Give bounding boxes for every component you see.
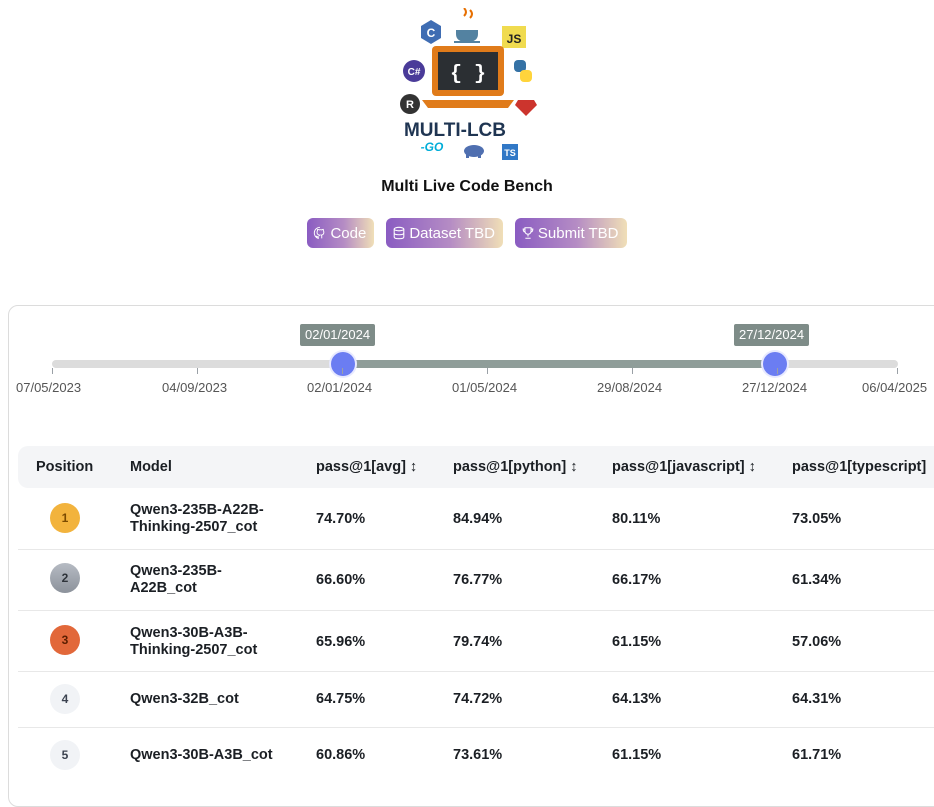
submit-button[interactable]: Submit TBD bbox=[514, 218, 627, 248]
php-icon bbox=[464, 145, 484, 158]
svg-text:R: R bbox=[406, 99, 414, 111]
typescript-score: 61.71% bbox=[792, 747, 842, 763]
slider-tick-label: 29/08/2024 bbox=[597, 380, 663, 395]
column-header-avg[interactable]: pass@1[avg] ↕ bbox=[316, 459, 417, 475]
rank-badge: 5 bbox=[50, 740, 80, 770]
column-header-model[interactable]: Model bbox=[130, 459, 172, 475]
github-icon bbox=[314, 226, 325, 240]
laptop-icon: { } bbox=[422, 46, 514, 108]
svg-text:C#: C# bbox=[408, 67, 421, 78]
slider-end-handle[interactable] bbox=[763, 352, 787, 376]
rank-badge: 4 bbox=[50, 684, 80, 714]
row-divider bbox=[18, 549, 934, 550]
header-button-row: Code Dataset TBD Submit TBD bbox=[0, 218, 934, 248]
code-button-label: Code bbox=[330, 224, 367, 242]
svg-text:C: C bbox=[427, 26, 436, 40]
dataset-button[interactable]: Dataset TBD bbox=[386, 218, 503, 248]
slider-selected-range bbox=[343, 360, 775, 368]
model-name: Qwen3-30B-A3B-Thinking-2507_cot bbox=[130, 625, 258, 658]
rust-icon: R bbox=[400, 94, 420, 114]
typescript-score: 73.05% bbox=[792, 511, 842, 527]
go-icon: -GO bbox=[421, 140, 444, 154]
code-button[interactable]: Code bbox=[307, 218, 375, 248]
rank-badge-gold: 1 bbox=[50, 503, 80, 533]
c-icon: C bbox=[421, 20, 441, 44]
slider-tick bbox=[197, 368, 198, 374]
csharp-icon: C# bbox=[403, 60, 425, 82]
javascript-score: 66.17% bbox=[612, 572, 662, 588]
multi-lcb-logo: C JS C# { } R MULTI-LCB -GO TS bbox=[400, 8, 537, 160]
slider-tick-label: 06/04/2025 bbox=[862, 380, 928, 395]
rank-badge-silver: 2 bbox=[50, 563, 80, 593]
database-icon bbox=[393, 226, 405, 240]
python-score: 73.61% bbox=[453, 747, 503, 763]
model-name: Qwen3-30B-A3B_cot bbox=[130, 747, 273, 763]
slider-tick-label: 27/12/2024 bbox=[742, 380, 808, 395]
trophy-icon bbox=[522, 227, 534, 239]
java-icon bbox=[454, 8, 480, 43]
python-icon bbox=[514, 60, 532, 82]
model-name: Qwen3-32B_cot bbox=[130, 691, 239, 707]
avg-score: 74.70% bbox=[316, 511, 366, 527]
rank-badge-bronze: 3 bbox=[50, 625, 80, 655]
slider-tick bbox=[52, 368, 53, 374]
python-score: 79.74% bbox=[453, 634, 503, 650]
slider-end-tooltip: 27/12/2024 bbox=[734, 324, 810, 346]
svg-text:-GO: -GO bbox=[421, 140, 444, 154]
javascript-score: 61.15% bbox=[612, 747, 662, 763]
slider-tick-label: 01/05/2024 bbox=[452, 380, 518, 395]
python-score: 76.77% bbox=[453, 572, 503, 588]
row-divider bbox=[18, 727, 934, 728]
typescript-score: 64.31% bbox=[792, 691, 842, 707]
slider-tick-label: 04/09/2023 bbox=[162, 380, 228, 395]
avg-score: 60.86% bbox=[316, 747, 366, 763]
column-header-typescript[interactable]: pass@1[typescript] bbox=[792, 459, 926, 475]
avg-score: 64.75% bbox=[316, 691, 366, 707]
slider-start-handle[interactable] bbox=[331, 352, 355, 376]
javascript-score: 64.13% bbox=[612, 691, 662, 707]
slider-tick-label: 02/01/2024 bbox=[307, 380, 373, 395]
logo-wordmark: MULTI-LCB bbox=[404, 120, 506, 141]
row-divider bbox=[18, 671, 934, 672]
js-icon: JS bbox=[502, 26, 526, 48]
javascript-score: 61.15% bbox=[612, 634, 662, 650]
python-score: 74.72% bbox=[453, 691, 503, 707]
svg-text:{ }: { } bbox=[450, 63, 486, 86]
slider-tick-label: 07/05/2023 bbox=[16, 380, 82, 395]
slider-tick bbox=[897, 368, 898, 374]
column-header-position[interactable]: Position bbox=[36, 459, 93, 475]
submit-button-label: Submit TBD bbox=[537, 224, 619, 242]
slider-tick bbox=[777, 368, 778, 374]
slider-start-tooltip: 02/01/2024 bbox=[300, 324, 376, 346]
svg-text:TS: TS bbox=[504, 148, 516, 158]
slider-tick bbox=[342, 368, 343, 374]
page-title: Multi Live Code Bench bbox=[381, 178, 553, 195]
dataset-button-label: Dataset TBD bbox=[409, 224, 495, 242]
column-header-python[interactable]: pass@1[python] ↕ bbox=[453, 459, 578, 475]
javascript-score: 80.11% bbox=[612, 511, 661, 527]
ruby-icon bbox=[515, 100, 537, 116]
slider-tick bbox=[487, 368, 488, 374]
typescript-score: 57.06% bbox=[792, 634, 842, 650]
model-name: Qwen3-235B-A22B_cot bbox=[130, 563, 222, 596]
ts-icon: TS bbox=[502, 144, 518, 160]
typescript-score: 61.34% bbox=[792, 572, 842, 588]
slider-tick bbox=[632, 368, 633, 374]
model-name: Qwen3-235B-A22B-Thinking-2507_cot bbox=[130, 502, 264, 535]
column-header-javascript[interactable]: pass@1[javascript] ↕ bbox=[612, 459, 756, 475]
avg-score: 65.96% bbox=[316, 634, 366, 650]
row-divider bbox=[18, 610, 934, 611]
avg-score: 66.60% bbox=[316, 572, 366, 588]
svg-text:JS: JS bbox=[507, 32, 522, 46]
python-score: 84.94% bbox=[453, 511, 503, 527]
